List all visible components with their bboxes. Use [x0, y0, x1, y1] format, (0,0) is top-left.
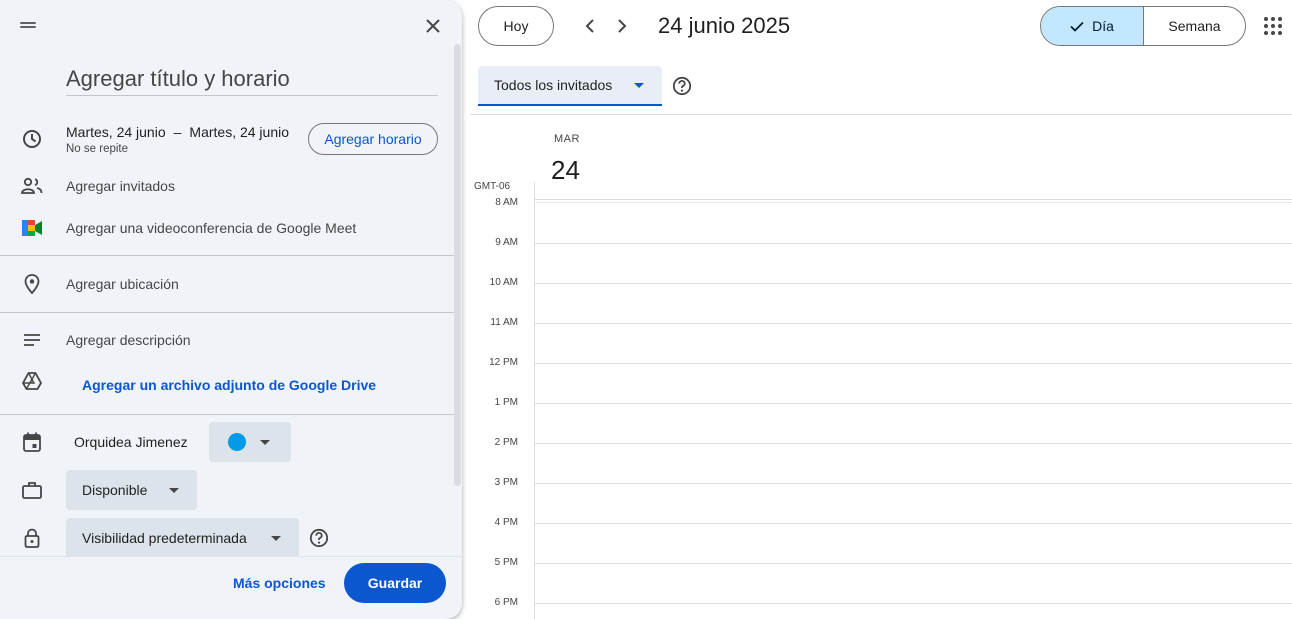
visibility-help-button[interactable] — [308, 527, 330, 549]
previous-day-button[interactable] — [578, 14, 602, 38]
view-switcher: Día Semana — [1040, 6, 1246, 46]
chevron-right-icon — [618, 19, 627, 33]
weekday-label: MAR — [554, 133, 580, 145]
drag-handle-icon[interactable] — [20, 22, 36, 28]
guests-help-button[interactable] — [671, 75, 693, 97]
chevron-left-icon — [585, 19, 594, 33]
day-time-grid[interactable] — [535, 203, 1292, 619]
save-button[interactable]: Guardar — [344, 563, 446, 603]
hour-label: 9 AM — [495, 237, 518, 248]
all-day-divider — [534, 199, 1292, 200]
hour-label: 5 PM — [494, 557, 518, 568]
add-guests-field[interactable]: Agregar invitados — [66, 178, 175, 194]
hour-label: 6 PM — [494, 597, 518, 608]
dropdown-arrow-icon — [260, 439, 270, 445]
help-icon — [672, 76, 692, 96]
dropdown-arrow-icon — [634, 82, 644, 88]
divider — [0, 312, 454, 313]
google-apps-icon[interactable] — [1264, 17, 1282, 35]
description-icon — [20, 328, 44, 352]
dialog-scrollbar[interactable] — [454, 44, 461, 486]
hour-label: 8 AM — [495, 197, 518, 208]
people-icon — [20, 174, 44, 198]
event-title-input[interactable] — [66, 62, 438, 96]
calendar-icon — [20, 430, 44, 454]
repeat-setting[interactable]: No se repite — [66, 143, 128, 155]
dropdown-arrow-icon — [271, 535, 281, 541]
hour-label: 1 PM — [494, 397, 518, 408]
add-meet-link[interactable]: Agregar una videoconferencia de Google M… — [66, 220, 356, 236]
add-description-field[interactable]: Agregar descripción — [66, 332, 191, 348]
location-pin-icon — [20, 272, 44, 296]
divider — [0, 255, 454, 256]
hour-label: 10 AM — [489, 277, 518, 288]
hour-label: 11 AM — [490, 317, 518, 328]
guests-filter-dropdown[interactable]: Todos los invitados — [478, 66, 662, 106]
briefcase-icon — [20, 478, 44, 502]
divider — [470, 114, 1292, 115]
google-drive-icon — [20, 369, 44, 393]
view-day-label: Día — [1092, 18, 1114, 34]
add-drive-attachment-link[interactable]: Agregar un archivo adjunto de Google Dri… — [82, 377, 376, 393]
availability-value: Disponible — [82, 482, 148, 498]
add-time-button[interactable]: Agregar horario — [308, 123, 438, 155]
google-meet-icon — [20, 216, 44, 240]
next-day-button[interactable] — [610, 14, 634, 38]
dropdown-arrow-icon — [169, 487, 179, 493]
date-separator: – — [173, 124, 182, 140]
guests-filter-value: Todos los invitados — [494, 77, 613, 93]
hour-label: 4 PM — [494, 517, 518, 528]
hour-label: 3 PM — [494, 477, 518, 488]
end-date[interactable]: Martes, 24 junio — [189, 124, 289, 140]
hour-label: 12 PM — [489, 357, 518, 368]
event-date-range[interactable]: Martes, 24 junio – Martes, 24 junio — [66, 124, 289, 140]
visibility-value: Visibilidad predeterminada — [82, 530, 247, 546]
lock-icon — [20, 526, 44, 550]
clock-icon — [20, 127, 44, 151]
divider — [0, 414, 454, 415]
hour-label: 2 PM — [494, 437, 518, 448]
today-button[interactable]: Hoy — [478, 6, 554, 46]
close-button[interactable] — [420, 13, 446, 39]
checkmark-icon — [1070, 21, 1084, 32]
close-icon — [426, 19, 440, 33]
help-icon — [309, 528, 329, 548]
event-color-swatch — [228, 433, 246, 451]
availability-dropdown[interactable]: Disponible — [66, 470, 197, 510]
visibility-dropdown[interactable]: Visibilidad predeterminada — [66, 518, 299, 558]
event-color-dropdown[interactable] — [209, 422, 291, 462]
event-dialog: Martes, 24 junio–Martes, 24 junio No se … — [0, 0, 462, 619]
more-options-button[interactable]: Más opciones — [233, 575, 326, 591]
day-number[interactable]: 24 — [551, 155, 580, 186]
current-date-title: 24 junio 2025 — [658, 13, 791, 38]
view-week-button[interactable]: Semana — [1144, 7, 1245, 45]
view-day-button[interactable]: Día — [1041, 7, 1144, 45]
calendar-owner-name: Orquidea Jimenez — [74, 434, 188, 450]
timezone-label: GMT-06 — [474, 181, 511, 192]
add-location-field[interactable]: Agregar ubicación — [66, 276, 179, 292]
start-date[interactable]: Martes, 24 junio — [66, 124, 166, 140]
